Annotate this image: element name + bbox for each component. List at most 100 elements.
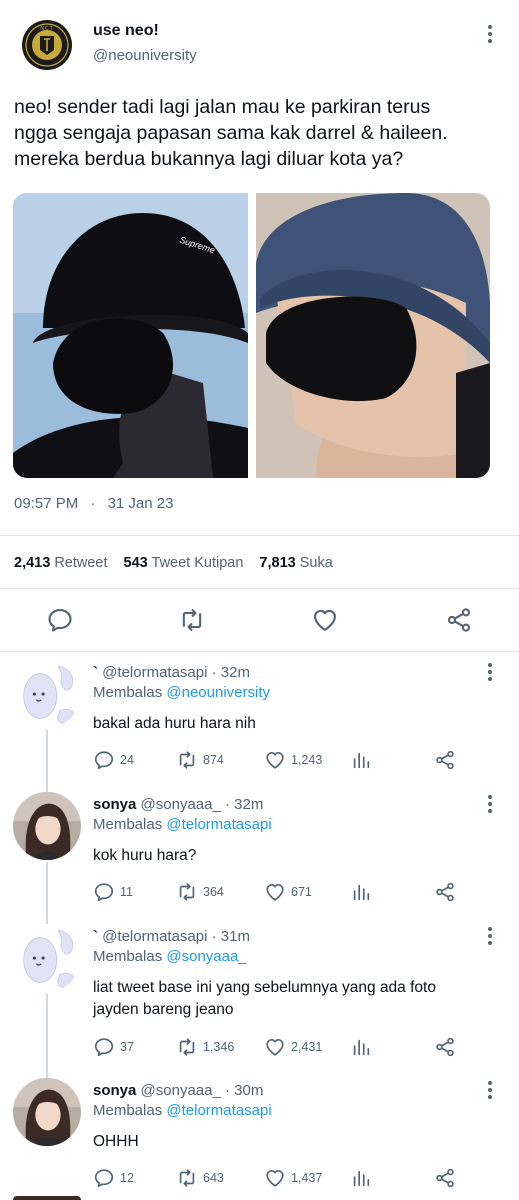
- reply-text-line: liat tweet base ini yang sebelumnya yang…: [93, 979, 436, 996]
- reply-handle[interactable]: @telormatasapi: [102, 664, 207, 681]
- retweet-count: 1,346: [203, 1040, 235, 1054]
- reply-count: 24: [120, 753, 134, 767]
- tweet-timestamp: 09:57 PM · 31 Jan 23: [14, 495, 173, 512]
- reply-time: · 30m: [224, 1082, 264, 1099]
- reply-count: 12: [120, 1171, 134, 1185]
- reply-button[interactable]: 12: [93, 1167, 134, 1189]
- share-button[interactable]: [434, 1167, 456, 1189]
- retweet-count: 643: [203, 1171, 224, 1185]
- replying-to: Membalas @neouniversity: [93, 684, 270, 701]
- reply-item[interactable]: ` @telormatasapi · 32m Membalas @neouniv…: [0, 656, 519, 786]
- tweet-text-line: neo! sender tadi lagi jalan mau ke parki…: [14, 96, 431, 118]
- reply-avatar[interactable]: [13, 1078, 81, 1146]
- replying-to-label: Membalas: [93, 684, 163, 701]
- heart-icon: [311, 606, 339, 634]
- reply-icon: [93, 749, 115, 771]
- reply-icon: [93, 881, 115, 903]
- share-button[interactable]: [434, 749, 456, 771]
- bean-avatar-icon: [13, 924, 81, 992]
- retweet-icon: [176, 881, 198, 903]
- more-options-icon[interactable]: [480, 1076, 500, 1104]
- like-count: 1,243: [291, 753, 323, 767]
- like-button[interactable]: 1,437: [264, 1167, 322, 1189]
- analytics-button[interactable]: [350, 881, 372, 903]
- divider: [0, 651, 519, 652]
- like-count: 2,431: [291, 1040, 323, 1054]
- share-icon: [434, 1036, 456, 1058]
- reply-item[interactable]: ` @telormatasapi · 31m Membalas @sonyaaa…: [0, 920, 519, 1070]
- retweet-button[interactable]: 1,346: [176, 1036, 234, 1058]
- share-button[interactable]: [434, 1036, 456, 1058]
- like-stat[interactable]: 7,813 Suka: [259, 555, 332, 571]
- reply-text: kok huru hara?: [93, 845, 196, 867]
- like-button[interactable]: [311, 606, 339, 639]
- reply-text: OHHH: [93, 1131, 139, 1153]
- reply-button[interactable]: 37: [93, 1036, 134, 1058]
- analytics-icon: [350, 1036, 372, 1058]
- replying-to: Membalas @telormatasapi: [93, 1102, 272, 1119]
- share-icon: [434, 749, 456, 771]
- like-count: 671: [291, 885, 312, 899]
- analytics-button[interactable]: [350, 749, 372, 771]
- replying-to-handle[interactable]: @sonyaaa_: [166, 948, 246, 965]
- like-button[interactable]: 1,243: [264, 749, 322, 771]
- replying-to-handle[interactable]: @neouniversity: [166, 684, 270, 701]
- reply-header: ` @telormatasapi · 32m: [93, 664, 250, 681]
- heart-icon: [264, 1167, 286, 1189]
- reply-item[interactable]: sonya @sonyaaa_ · 30m Membalas @telormat…: [0, 1074, 519, 1200]
- reply-display-name[interactable]: sonya: [93, 796, 136, 813]
- retweet-icon: [178, 606, 206, 634]
- reply-text: bakal ada huru hara nih: [93, 713, 256, 735]
- author-handle[interactable]: @neouniversity: [93, 47, 197, 64]
- replying-to-handle[interactable]: @telormatasapi: [166, 816, 271, 833]
- reply-avatar[interactable]: [13, 660, 81, 728]
- retweet-stat[interactable]: 2,413 Retweet: [14, 555, 108, 571]
- replying-to-handle[interactable]: @telormatasapi: [166, 1102, 271, 1119]
- replying-to-label: Membalas: [93, 816, 163, 833]
- heart-icon: [264, 749, 286, 771]
- author-avatar[interactable]: NCT: [22, 20, 72, 70]
- author-display-name[interactable]: use neo!: [93, 22, 159, 40]
- reply-display-name[interactable]: `: [93, 664, 98, 681]
- tweet-photo-right[interactable]: [256, 193, 490, 478]
- reply-button[interactable]: 11: [93, 881, 133, 903]
- like-button[interactable]: 671: [264, 881, 312, 903]
- tweet-photo-left[interactable]: Supreme: [13, 193, 248, 478]
- timestamp-separator: ·: [90, 495, 96, 512]
- reply-icon: [93, 1036, 115, 1058]
- reply-handle[interactable]: @telormatasapi: [102, 928, 207, 945]
- retweet-count: 2,413: [14, 555, 51, 571]
- more-options-icon[interactable]: [480, 20, 500, 48]
- reply-handle[interactable]: @sonyaaa_: [141, 796, 221, 813]
- quote-stat-label: Tweet Kutipan: [151, 555, 244, 571]
- replying-to: Membalas @sonyaaa_: [93, 948, 247, 965]
- tweet-text: neo! sender tadi lagi jalan mau ke parki…: [14, 94, 448, 172]
- retweet-count: 874: [203, 753, 224, 767]
- analytics-icon: [350, 749, 372, 771]
- reply-avatar[interactable]: [13, 924, 81, 992]
- share-button[interactable]: [445, 606, 473, 639]
- retweet-stat-label: Retweet: [54, 555, 108, 571]
- reply-handle[interactable]: @sonyaaa_: [141, 1082, 221, 1099]
- reply-display-name[interactable]: sonya: [93, 1082, 136, 1099]
- reply-button[interactable]: [46, 606, 74, 639]
- like-count: 7,813: [259, 555, 296, 571]
- more-options-icon[interactable]: [480, 790, 500, 818]
- quote-stat[interactable]: 543 Tweet Kutipan: [124, 555, 244, 571]
- more-options-icon[interactable]: [480, 922, 500, 950]
- share-button[interactable]: [434, 881, 456, 903]
- more-options-icon[interactable]: [480, 658, 500, 686]
- like-button[interactable]: 2,431: [264, 1036, 322, 1058]
- reply-display-name[interactable]: `: [93, 928, 98, 945]
- profile-photo-icon: [13, 792, 81, 860]
- analytics-button[interactable]: [350, 1167, 372, 1189]
- retweet-button[interactable]: [178, 606, 206, 639]
- retweet-button[interactable]: 874: [176, 749, 224, 771]
- analytics-button[interactable]: [350, 1036, 372, 1058]
- divider: [0, 588, 519, 589]
- reply-avatar[interactable]: [13, 792, 81, 860]
- reply-button[interactable]: 24: [93, 749, 134, 771]
- retweet-button[interactable]: 364: [176, 881, 224, 903]
- reply-item[interactable]: sonya @sonyaaa_ · 32m Membalas @telormat…: [0, 788, 519, 918]
- retweet-button[interactable]: 643: [176, 1167, 224, 1189]
